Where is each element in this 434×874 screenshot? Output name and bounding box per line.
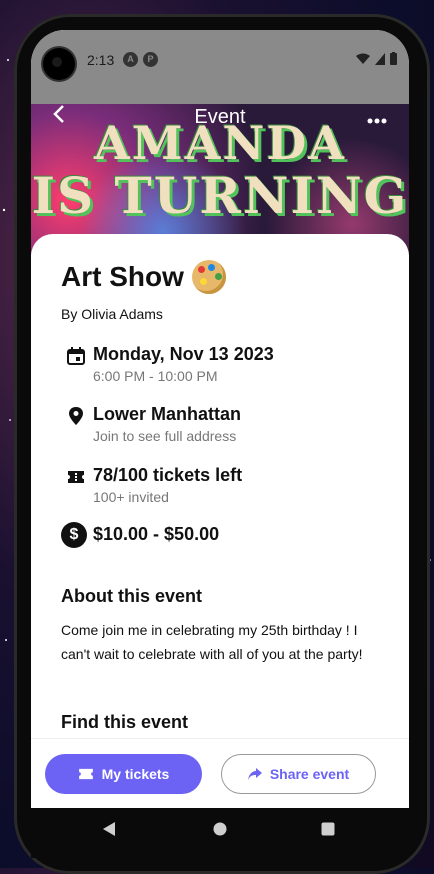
signal-icon [375,52,385,65]
home-circle-icon[interactable] [213,822,227,836]
back-triangle-icon[interactable] [103,822,117,836]
notification-p-icon: P [143,52,158,67]
event-title: Art Show [61,261,184,292]
system-nav-bar [31,808,409,858]
my-tickets-label: My tickets [101,766,170,782]
status-bar: 2:13 A P [31,30,409,104]
status-time: 2:13 [87,52,115,68]
ticket-icon [68,471,84,483]
event-details-card: Art Show By Olivia Adams Monday, Nov 13 … [31,234,409,808]
share-event-button[interactable]: Share event [221,754,376,794]
share-arrow-icon [247,768,262,780]
location-pin-icon [69,407,83,425]
action-bar: My tickets Share event [31,738,409,809]
invited-count: 100+ invited [93,489,169,505]
palette-emoji-icon [191,260,226,294]
event-time-range: 6:00 PM - 10:00 PM [93,368,218,384]
find-event-heading: Find this event [61,712,189,732]
battery-icon [390,52,397,65]
event-price: $10.00 - $50.00 [93,524,220,544]
recents-square-icon[interactable] [321,822,335,836]
about-heading: About this event [61,586,203,606]
my-tickets-button[interactable]: My tickets [45,754,202,794]
tickets-left: 78/100 tickets left [93,465,243,485]
ticket-icon [78,768,93,780]
share-event-label: Share event [269,766,350,782]
notification-a-icon: A [123,52,138,67]
page-title: Event [194,106,246,128]
banner-text-line2: IS TURNING [31,166,409,225]
calendar-icon [67,347,85,365]
event-location: Lower Manhattan [93,404,242,424]
event-date: Monday, Nov 13 2023 [93,344,274,364]
dollar-icon: $ [61,522,87,548]
event-location-note: Join to see full address [93,428,237,444]
camera-cutout [43,48,75,80]
wifi-icon [356,53,370,64]
event-organizer: By Olivia Adams [61,306,163,322]
more-options-button[interactable] [367,104,387,130]
more-horizontal-icon [367,118,387,124]
phone-screen: 2:13 A P AMANDA IS TURNING Event Art Sho… [31,30,409,808]
about-text: Come join me in celebrating my 25th birt… [61,622,363,662]
